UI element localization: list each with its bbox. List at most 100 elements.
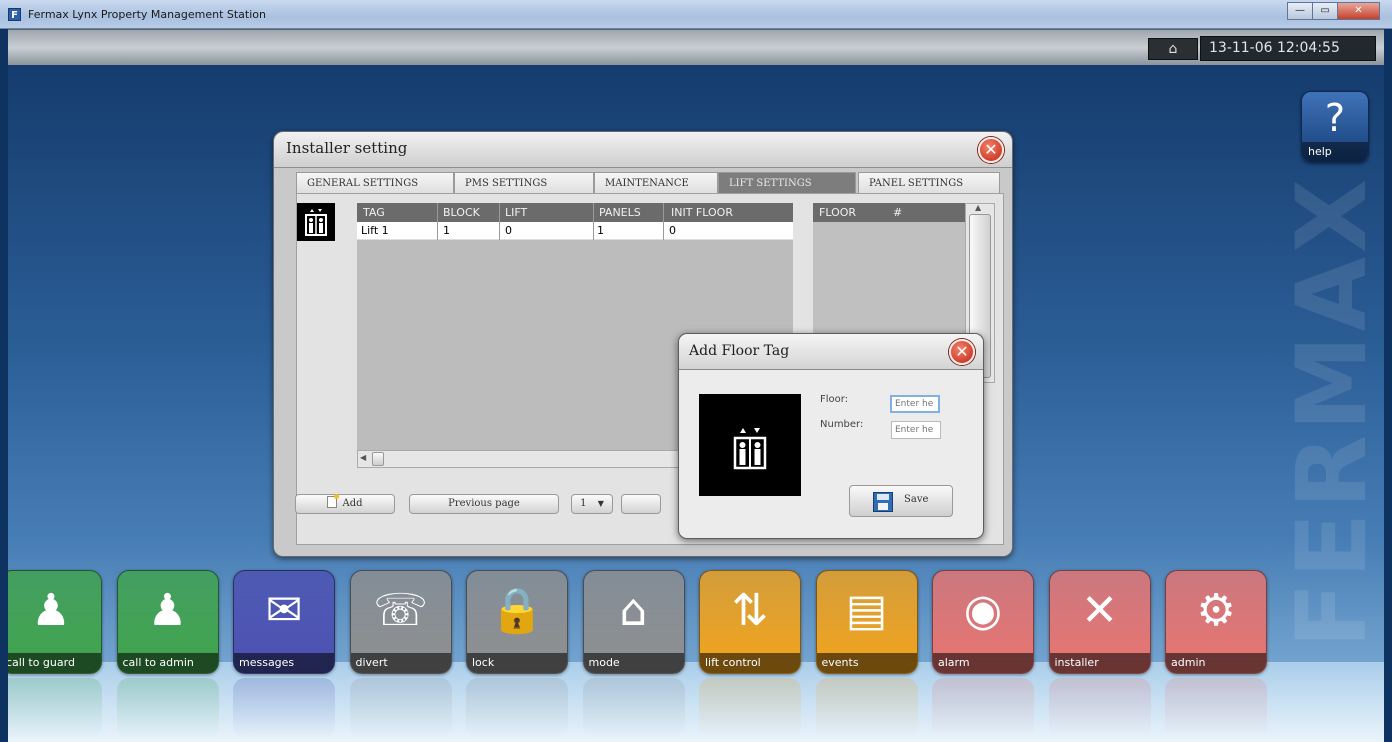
tools-icon: ✕ xyxy=(1081,585,1118,636)
launcher-tile-label: installer xyxy=(1049,653,1150,673)
maximize-button[interactable]: ▭ xyxy=(1312,2,1338,20)
column-divider xyxy=(499,203,500,240)
launcher-tile-label: events xyxy=(816,653,917,673)
launcher-tile-label: lift control xyxy=(700,653,800,673)
close-window-button[interactable]: ✕ xyxy=(1337,2,1380,20)
tile-reflection xyxy=(1165,678,1267,738)
launcher-tile-call-to-guard[interactable]: ♟ call to guard xyxy=(8,570,102,674)
table-row[interactable]: Lift 1 1 0 1 0 xyxy=(357,222,793,240)
launcher-tile-label: lock xyxy=(467,653,567,673)
datetime-display: 13-11-06 12:04:55 xyxy=(1200,36,1376,61)
launcher-tile-lock[interactable]: 🔒 lock xyxy=(466,570,568,674)
cell-init-floor: 0 xyxy=(669,224,676,237)
floor-table-header: FLOOR # xyxy=(813,203,965,222)
cell-block: 1 xyxy=(443,224,450,237)
chevron-down-icon: ▼ xyxy=(597,499,604,508)
close-dialog-icon[interactable]: ✕ xyxy=(978,137,1004,163)
tile-reflection xyxy=(1048,678,1151,738)
popup-header: Add Floor Tag ✕ xyxy=(679,334,983,370)
tab-pms-settings[interactable]: PMS SETTINGS xyxy=(454,172,594,194)
page-select[interactable]: 1 ▼ xyxy=(571,494,613,514)
tile-reflection xyxy=(699,678,801,738)
house-gear-icon: ⌂ xyxy=(619,585,648,636)
tab-panel-settings[interactable]: PANEL SETTINGS xyxy=(858,172,1000,194)
desktop: FERMAX ? help Installer setting ✕ GENERA… xyxy=(8,65,1384,742)
close-popup-icon[interactable]: ✕ xyxy=(949,339,975,365)
floor-label: Floor: xyxy=(820,394,849,405)
scroll-up-icon[interactable]: ▲ xyxy=(975,203,981,212)
padlock-icon: 🔒 xyxy=(489,585,545,636)
launcher-tile-label: admin xyxy=(1166,653,1266,673)
lift-table-header: TAG BLOCK LIFT PANELS INIT FLOOR xyxy=(357,203,793,222)
tab-general-settings[interactable]: GENERAL SETTINGS xyxy=(296,172,454,194)
add-floor-tag-dialog: Add Floor Tag ✕ Floor: Number: Save xyxy=(678,333,984,539)
col-panels[interactable]: PANELS xyxy=(599,206,641,219)
window-controls: — ▭ ✕ xyxy=(1287,2,1380,20)
launcher-tile-label: divert xyxy=(350,653,451,673)
tab-lift-settings[interactable]: LIFT SETTINGS xyxy=(718,172,856,194)
settings-tabs: GENERAL SETTINGS PMS SETTINGS MAINTENANC… xyxy=(296,172,1000,194)
cell-lift: 0 xyxy=(505,224,512,237)
alarm-bell-icon: ◉ xyxy=(963,585,1003,636)
save-button[interactable]: Save xyxy=(849,485,953,517)
tile-reflection xyxy=(932,678,1034,738)
tab-maintenance[interactable]: MAINTENANCE xyxy=(594,172,718,194)
documents-icon: ▤ xyxy=(845,585,888,636)
tile-reflection xyxy=(8,678,102,738)
add-button[interactable]: Add xyxy=(295,494,395,514)
tile-reflection xyxy=(116,678,219,738)
launcher-tile-label: alarm xyxy=(933,653,1033,673)
save-button-label: Save xyxy=(904,494,929,505)
column-divider xyxy=(663,203,664,240)
launcher-tile-events[interactable]: ▤ events xyxy=(815,570,918,674)
lift-icon: ⇅ xyxy=(731,585,769,636)
launcher-tile-installer[interactable]: ✕ installer xyxy=(1048,570,1151,674)
col-lift[interactable]: LIFT xyxy=(505,206,527,219)
admin-bell-icon: ♟ xyxy=(147,585,188,636)
launcher-tile-label: call to admin xyxy=(117,653,218,673)
col-floor[interactable]: FLOOR xyxy=(819,206,856,219)
launcher-tile-label: call to guard xyxy=(8,653,101,673)
col-tag[interactable]: TAG xyxy=(363,206,385,219)
phone-divert-icon: ☏ xyxy=(372,585,429,636)
launcher-tile-call-to-admin[interactable]: ♟ call to admin xyxy=(116,570,219,674)
scroll-left-icon[interactable]: ◀ xyxy=(360,453,366,462)
floppy-disk-icon xyxy=(873,492,893,512)
launcher-tile-lift-control[interactable]: ⇅ lift control xyxy=(699,570,801,674)
launcher-tile-label: messages xyxy=(234,653,334,673)
app-icon: F xyxy=(8,8,21,21)
help-icon: ? xyxy=(1324,96,1346,140)
popup-title: Add Floor Tag xyxy=(689,343,790,359)
dialog-title: Installer setting xyxy=(286,139,408,157)
col-number[interactable]: # xyxy=(893,206,902,219)
window-title: Fermax Lynx Property Management Station xyxy=(28,8,266,21)
new-document-icon xyxy=(327,494,340,508)
tile-reflection xyxy=(815,678,918,738)
help-button[interactable]: ? help xyxy=(1301,91,1369,163)
launcher-tile-divert[interactable]: ☏ divert xyxy=(349,570,452,674)
previous-page-button[interactable]: Previous page xyxy=(409,494,559,514)
column-divider xyxy=(593,203,594,240)
launcher-tile-alarm[interactable]: ◉ alarm xyxy=(932,570,1034,674)
col-init-floor[interactable]: INIT FLOOR xyxy=(671,206,733,219)
launcher-tile-label: mode xyxy=(583,653,684,673)
launcher-tile-mode[interactable]: ⌂ mode xyxy=(582,570,685,674)
network-house-icon[interactable]: ⌂ xyxy=(1148,38,1198,60)
minimize-button[interactable]: — xyxy=(1287,2,1313,20)
col-block[interactable]: BLOCK xyxy=(443,206,480,219)
launcher-tile-admin[interactable]: ⚙ admin xyxy=(1165,570,1267,674)
cell-tag: Lift 1 xyxy=(361,224,389,237)
add-button-label: Add xyxy=(342,498,363,509)
floor-input[interactable] xyxy=(890,395,940,413)
next-page-button[interactable] xyxy=(621,494,661,514)
admin-gear-icon: ⚙ xyxy=(1196,585,1236,636)
number-input[interactable] xyxy=(891,421,941,439)
window-titlebar: F Fermax Lynx Property Management Statio… xyxy=(0,0,1392,29)
scroll-thumb[interactable] xyxy=(372,452,384,466)
number-label: Number: xyxy=(820,419,864,430)
launcher-tile-messages[interactable]: ✉ messages xyxy=(233,570,335,674)
tile-reflection xyxy=(233,678,335,738)
cell-panels: 1 xyxy=(597,224,604,237)
guard-bell-icon: ♟ xyxy=(31,585,71,636)
envelope-icon: ✉ xyxy=(265,585,303,636)
